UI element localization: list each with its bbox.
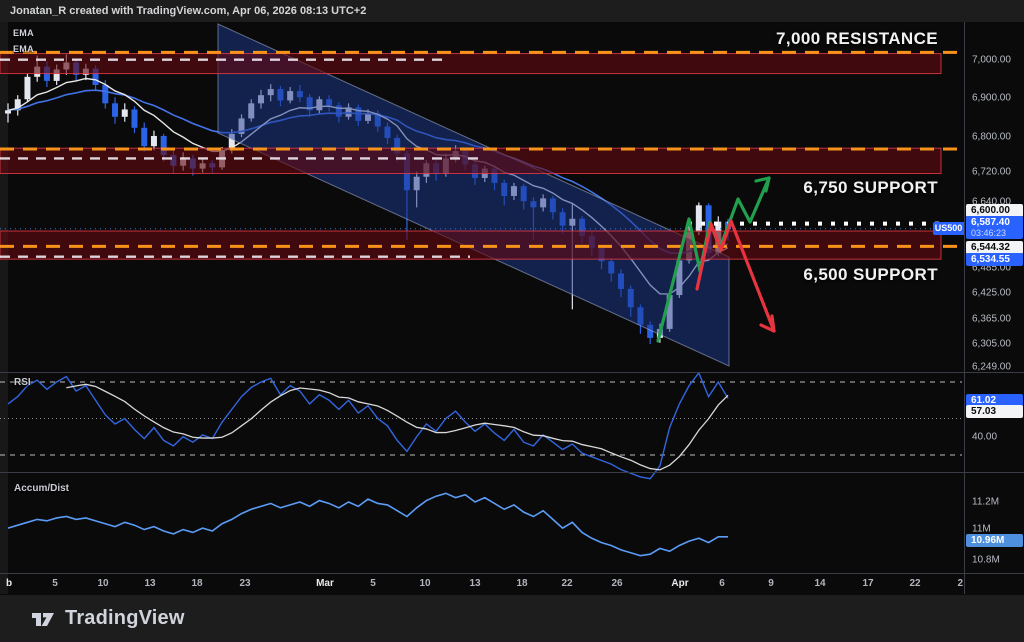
time-tick-label: 10 <box>97 574 108 594</box>
tradingview-brand-text[interactable]: TradingView <box>65 607 185 630</box>
zone-resistance_7000 <box>0 54 941 74</box>
time-tick-label: 26 <box>611 574 622 594</box>
time-tick-label: 6 <box>719 574 725 594</box>
time-tick-label: 23 <box>239 574 250 594</box>
rsi-ma-line <box>66 384 728 470</box>
descending-channel-drawing <box>218 24 729 366</box>
header-title: Jonatan_R created with TradingView.com, … <box>10 5 366 17</box>
time-tick-label: 13 <box>469 574 480 594</box>
accum-dist-line <box>8 493 728 555</box>
rsi-line <box>8 373 728 479</box>
time-tick-label: Apr <box>671 574 688 594</box>
time-tick-label: 22 <box>561 574 572 594</box>
time-tick-label: 5 <box>52 574 58 594</box>
time-tick-label: 17 <box>862 574 873 594</box>
footer-bar: TradingView <box>0 595 1024 642</box>
time-tick-label: 27 <box>957 574 963 594</box>
time-tick-label: Mar <box>316 574 334 594</box>
time-tick-label: b <box>6 574 12 594</box>
tradingview-snapshot: Jonatan_R created with TradingView.com, … <box>0 0 1024 642</box>
time-tick-label: 22 <box>909 574 920 594</box>
time-tick-label: 9 <box>768 574 774 594</box>
tradingview-logo-icon[interactable] <box>30 608 57 630</box>
time-tick-label: 13 <box>144 574 155 594</box>
time-axis[interactable]: b 5 10 13 18 23 Mar 5 10 13 18 22 26 Apr 6 9 14 17 22 27 <box>0 574 963 594</box>
time-tick-label: 14 <box>814 574 825 594</box>
time-tick-label: 18 <box>191 574 202 594</box>
header-bar: Jonatan_R created with TradingView.com, … <box>0 0 1024 22</box>
time-tick-label: 10 <box>419 574 430 594</box>
time-tick-label: 5 <box>370 574 376 594</box>
zone-support_6750 <box>0 148 941 173</box>
time-tick-label: 18 <box>516 574 527 594</box>
price-chart-canvas[interactable] <box>0 0 1024 642</box>
